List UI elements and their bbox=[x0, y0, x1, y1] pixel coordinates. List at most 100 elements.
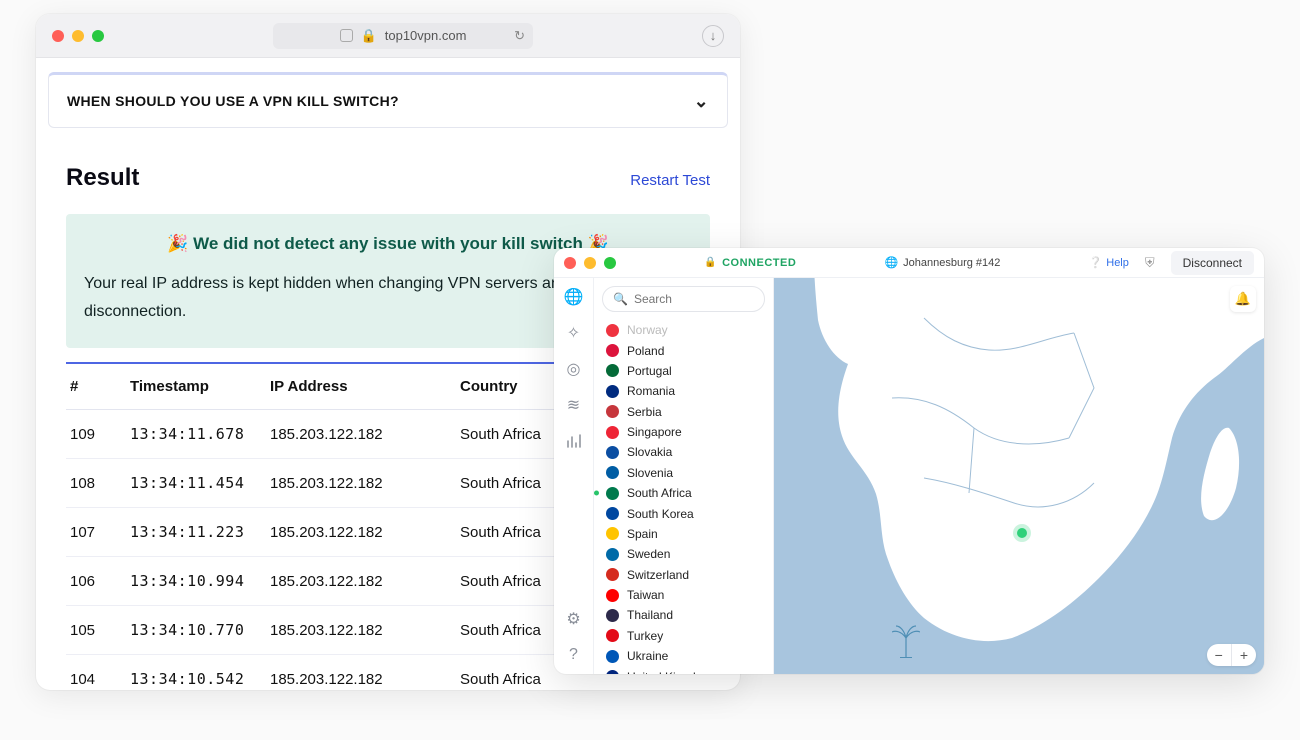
url-host: top10vpn.com bbox=[385, 28, 467, 43]
country-item[interactable]: Turkey bbox=[600, 626, 767, 646]
country-item[interactable]: South Africa bbox=[600, 483, 767, 503]
country-name: Singapore bbox=[627, 425, 682, 439]
country-name: Poland bbox=[627, 344, 664, 358]
globe-tab-icon[interactable]: 🌐 bbox=[565, 288, 583, 306]
flag-icon bbox=[606, 670, 619, 674]
country-list[interactable]: Norway Poland Portugal Romania Serbia Singapo… bbox=[594, 320, 773, 674]
search-icon: 🔍 bbox=[613, 292, 628, 306]
country-item[interactable]: Taiwan bbox=[600, 585, 767, 605]
country-name: Norway bbox=[627, 323, 668, 337]
target-icon[interactable]: ◎ bbox=[565, 360, 583, 378]
zoom-dot[interactable] bbox=[604, 257, 616, 269]
cell-timestamp: 13:34:10.542 bbox=[126, 655, 266, 691]
notifications-button[interactable]: 🔔 bbox=[1230, 286, 1256, 312]
party-popper-icon: 🎉 bbox=[167, 234, 188, 253]
zoom-dot[interactable] bbox=[92, 30, 104, 42]
cell-index: 108 bbox=[66, 459, 126, 508]
flag-icon bbox=[606, 527, 619, 540]
country-item[interactable]: Singapore bbox=[600, 422, 767, 442]
stats-icon[interactable] bbox=[565, 432, 583, 450]
vpn-traffic-lights[interactable] bbox=[564, 257, 616, 269]
country-name: Spain bbox=[627, 527, 658, 541]
country-item[interactable]: Thailand bbox=[600, 605, 767, 625]
close-dot[interactable] bbox=[52, 30, 64, 42]
cell-ip: 185.203.122.182 bbox=[266, 508, 456, 557]
cell-timestamp: 13:34:10.994 bbox=[126, 557, 266, 606]
lock-icon: 🔒 bbox=[361, 28, 377, 44]
country-item[interactable]: Ukraine bbox=[600, 646, 767, 666]
cell-index: 107 bbox=[66, 508, 126, 557]
help-text: Help bbox=[1106, 257, 1129, 269]
cell-ip: 185.203.122.182 bbox=[266, 655, 456, 691]
minimize-dot[interactable] bbox=[584, 257, 596, 269]
faq-accordion[interactable]: WHEN SHOULD YOU USE A VPN KILL SWITCH? ⌄ bbox=[48, 72, 728, 128]
flag-icon bbox=[606, 650, 619, 663]
flag-icon bbox=[606, 487, 619, 500]
address-bar[interactable]: 🔒 top10vpn.com ↻ bbox=[273, 23, 533, 49]
minimize-dot[interactable] bbox=[72, 30, 84, 42]
cell-ip: 185.203.122.182 bbox=[266, 606, 456, 655]
cell-index: 106 bbox=[66, 557, 126, 606]
country-name: Ukraine bbox=[627, 649, 668, 663]
search-input[interactable] bbox=[634, 292, 789, 306]
cell-ip: 185.203.122.182 bbox=[266, 557, 456, 606]
banner-headline-text: We did not detect any issue with your ki… bbox=[193, 234, 583, 253]
flag-icon bbox=[606, 405, 619, 418]
country-name: Serbia bbox=[627, 405, 662, 419]
country-item[interactable]: Romania bbox=[600, 381, 767, 401]
flag-icon bbox=[606, 426, 619, 439]
flag-icon bbox=[606, 589, 619, 602]
country-name: Taiwan bbox=[627, 588, 664, 602]
zoom-out-button[interactable]: − bbox=[1207, 644, 1232, 666]
connection-marker[interactable] bbox=[1017, 528, 1027, 538]
close-dot[interactable] bbox=[564, 257, 576, 269]
window-traffic-lights[interactable] bbox=[52, 30, 104, 42]
country-name: United Kingdom bbox=[627, 670, 712, 674]
col-timestamp: Timestamp bbox=[126, 363, 266, 410]
accordion-title: WHEN SHOULD YOU USE A VPN KILL SWITCH? bbox=[67, 93, 399, 109]
layers-icon[interactable]: ≋ bbox=[565, 396, 583, 414]
restart-test-link[interactable]: Restart Test bbox=[630, 172, 710, 189]
cell-index: 105 bbox=[66, 606, 126, 655]
country-name: Sweden bbox=[627, 547, 670, 561]
country-name: Thailand bbox=[627, 608, 673, 622]
sidebar-toggle-icon[interactable] bbox=[340, 29, 353, 42]
flag-icon bbox=[606, 446, 619, 459]
country-item[interactable]: Serbia bbox=[600, 402, 767, 422]
connection-status: 🔒 CONNECTED bbox=[704, 257, 796, 269]
cell-timestamp: 13:34:10.770 bbox=[126, 606, 266, 655]
country-item[interactable]: Switzerland bbox=[600, 565, 767, 585]
nav-rail: 🌐 ✧ ◎ ≋ ⚙ ? bbox=[554, 278, 594, 674]
crosshair-icon[interactable]: ✧ bbox=[565, 324, 583, 342]
zoom-control[interactable]: − + bbox=[1207, 644, 1256, 666]
country-name: South Africa bbox=[627, 486, 692, 500]
help-link[interactable]: ❔ Help bbox=[1089, 256, 1129, 269]
country-item[interactable]: Poland bbox=[600, 340, 767, 360]
country-search[interactable]: 🔍 bbox=[602, 286, 765, 312]
country-item[interactable]: Slovakia bbox=[600, 442, 767, 462]
zoom-in-button[interactable]: + bbox=[1232, 644, 1256, 666]
current-location[interactable]: 🌐 Johannesburg #142 bbox=[884, 256, 1000, 269]
country-item[interactable]: Norway bbox=[600, 320, 767, 340]
country-item[interactable]: United Kingdom bbox=[600, 666, 767, 674]
country-item[interactable]: Spain bbox=[600, 524, 767, 544]
disconnect-button[interactable]: Disconnect bbox=[1171, 251, 1254, 275]
browser-titlebar: 🔒 top10vpn.com ↻ ↓ bbox=[36, 14, 740, 58]
flag-icon bbox=[606, 364, 619, 377]
country-item[interactable]: Portugal bbox=[600, 361, 767, 381]
shield-icon[interactable]: ⛨ bbox=[1145, 255, 1155, 271]
reload-icon[interactable]: ↻ bbox=[514, 28, 525, 44]
country-item[interactable]: Slovenia bbox=[600, 463, 767, 483]
help-rail-icon[interactable]: ? bbox=[565, 646, 583, 664]
cell-ip: 185.203.122.182 bbox=[266, 459, 456, 508]
map[interactable]: 🔔 − + bbox=[774, 278, 1264, 674]
status-text: CONNECTED bbox=[722, 257, 796, 269]
country-name: Portugal bbox=[627, 364, 672, 378]
help-icon: ❔ bbox=[1089, 256, 1103, 269]
country-item[interactable]: Sweden bbox=[600, 544, 767, 564]
cell-timestamp: 13:34:11.454 bbox=[126, 459, 266, 508]
downloads-button[interactable]: ↓ bbox=[702, 25, 724, 47]
country-item[interactable]: South Korea bbox=[600, 503, 767, 523]
gear-icon[interactable]: ⚙ bbox=[565, 610, 583, 628]
country-name: Switzerland bbox=[627, 568, 689, 582]
